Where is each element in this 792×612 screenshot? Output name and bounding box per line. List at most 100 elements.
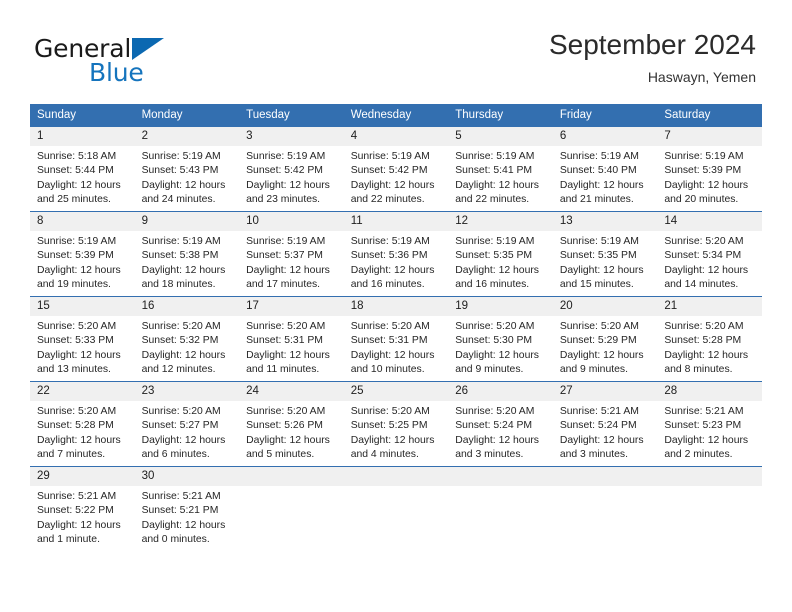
day-sunrise-text: Sunrise: 5:20 AM <box>141 406 221 417</box>
day-sunrise-text: Sunrise: 5:19 AM <box>559 151 639 162</box>
calendar-day-cell[interactable]: 2 Sunrise: 5:19 AM Sunset: 5:43 PM Daylight… <box>134 127 240 212</box>
calendar-day-cell[interactable]: 8 Sunrise: 5:19 AM Sunset: 5:39 PM Daylight… <box>30 211 135 297</box>
day-sunset-text: Sunset: 5:39 PM <box>664 165 742 177</box>
calendar-day-cell[interactable]: 7 Sunrise: 5:19 AM Sunset: 5:39 PM Daylight… <box>657 127 762 212</box>
day-daylight-line-text: Daylight: 12 hours <box>246 349 330 361</box>
day-sunrise-text: Sunrise: 5:21 AM <box>141 491 221 502</box>
day-daylight-line-text: Daylight: 12 hours <box>455 264 539 276</box>
day-number: 4 <box>343 127 449 146</box>
calendar-day-cell[interactable]: 22 Sunrise: 5:20 AM Sunset: 5:28 PM Dayligh… <box>30 381 135 467</box>
calendar-day-cell[interactable]: 14 Sunrise: 5:20 AM Sunset: 5:34 PM Dayligh… <box>657 211 762 297</box>
calendar-day-cell[interactable]: 16 Sunrise: 5:20 AM Sunset: 5:32 PM Dayligh… <box>134 296 240 382</box>
calendar-day-cell[interactable]: 1 Sunrise: 5:18 AM Sunset: 5:44 PM Daylight… <box>30 127 135 212</box>
day-details <box>553 486 658 490</box>
day-sunrise-text: Sunrise: 5:19 AM <box>664 151 744 162</box>
day-daylight-line-text: Daylight: 12 hours <box>559 349 644 361</box>
calendar-day-cell[interactable]: 13 Sunrise: 5:19 AM Sunset: 5:35 PM Dayligh… <box>552 211 658 297</box>
day-daylight-line-text: and 13 minutes. <box>37 364 111 376</box>
calendar-day-cell[interactable]: 20 Sunrise: 5:20 AM Sunset: 5:29 PM Dayligh… <box>552 296 658 382</box>
day-daylight-line-text: and 23 minutes. <box>246 194 321 206</box>
calendar-day-cell[interactable]: 28 Sunrise: 5:21 AM Sunset: 5:23 PM Dayligh… <box>657 381 762 467</box>
calendar-week-row: 29 Sunrise: 5:21 AM Sunset: 5:22 PM Dayligh… <box>30 466 762 551</box>
weekday-header-friday: Friday <box>552 104 658 127</box>
day-daylight-line-text: and 19 minutes. <box>37 279 111 291</box>
day-number: 14 <box>657 212 762 231</box>
calendar-day-cell[interactable]: 23 Sunrise: 5:20 AM Sunset: 5:27 PM Dayligh… <box>134 381 240 467</box>
day-sunset-text: Sunset: 5:30 PM <box>455 335 533 347</box>
calendar-day-cell[interactable]: 24 Sunrise: 5:20 AM Sunset: 5:26 PM Dayligh… <box>239 381 344 467</box>
day-details <box>448 486 553 490</box>
day-daylight-line-text: Daylight: 12 hours <box>37 179 121 191</box>
day-number: 27 <box>552 382 658 401</box>
calendar-day-cell[interactable]: 30 Sunrise: 5:21 AM Sunset: 5:21 PM Dayligh… <box>134 466 240 551</box>
calendar-day-cell[interactable]: 10 Sunrise: 5:19 AM Sunset: 5:37 PM Dayligh… <box>239 211 344 297</box>
calendar-day-cell[interactable]: 11 Sunrise: 5:19 AM Sunset: 5:36 PM Dayligh… <box>343 211 449 297</box>
general-blue-logo: General Blue <box>34 34 224 90</box>
calendar-day-cell-empty <box>239 466 344 551</box>
day-daylight-line-text: Daylight: 12 hours <box>350 179 435 191</box>
day-sunrise-text: Sunrise: 5:20 AM <box>559 321 639 332</box>
calendar-day-cell[interactable]: 9 Sunrise: 5:19 AM Sunset: 5:38 PM Daylight… <box>134 211 240 297</box>
day-sunrise-text: Sunrise: 5:20 AM <box>350 406 430 417</box>
calendar-header-row: Sunday Monday Tuesday Wednesday Thursday… <box>30 104 762 127</box>
day-number <box>239 467 344 486</box>
calendar-day-cell-empty <box>448 466 553 551</box>
day-sunset-text: Sunset: 5:39 PM <box>37 250 114 262</box>
day-number: 9 <box>134 212 240 231</box>
calendar-day-cell[interactable]: 3 Sunrise: 5:19 AM Sunset: 5:42 PM Daylight… <box>239 127 344 212</box>
day-daylight-line-text: and 18 minutes. <box>141 279 216 291</box>
day-sunrise-text: Sunrise: 5:20 AM <box>664 236 744 247</box>
calendar-day-cell[interactable]: 25 Sunrise: 5:20 AM Sunset: 5:25 PM Dayligh… <box>343 381 449 467</box>
calendar-day-cell[interactable]: 12 Sunrise: 5:19 AM Sunset: 5:35 PM Dayligh… <box>448 211 553 297</box>
day-daylight-line-text: and 2 minutes. <box>664 449 733 461</box>
day-sunrise-text: Sunrise: 5:18 AM <box>37 151 117 162</box>
day-details: Sunrise: 5:20 AM Sunset: 5:24 PM Daylight:… <box>448 401 553 463</box>
day-number: 12 <box>448 212 553 231</box>
day-number: 10 <box>239 212 344 231</box>
day-daylight-line-text: Daylight: 12 hours <box>246 179 330 191</box>
day-number: 7 <box>657 127 762 146</box>
calendar-day-cell[interactable]: 15 Sunrise: 5:20 AM Sunset: 5:33 PM Dayligh… <box>30 296 135 382</box>
calendar-day-cell[interactable]: 29 Sunrise: 5:21 AM Sunset: 5:22 PM Dayligh… <box>30 466 135 551</box>
calendar-day-cell[interactable]: 19 Sunrise: 5:20 AM Sunset: 5:30 PM Dayligh… <box>448 296 553 382</box>
day-daylight-line-text: Daylight: 12 hours <box>664 264 749 276</box>
day-sunrise-text: Sunrise: 5:20 AM <box>455 321 535 332</box>
day-sunrise-text: Sunrise: 5:20 AM <box>37 406 117 417</box>
day-details: Sunrise: 5:20 AM Sunset: 5:34 PM Daylight:… <box>657 231 762 293</box>
day-sunrise-text: Sunrise: 5:19 AM <box>350 151 430 162</box>
day-daylight-line-text: Daylight: 12 hours <box>559 264 644 276</box>
calendar-day-cell[interactable]: 18 Sunrise: 5:20 AM Sunset: 5:31 PM Dayligh… <box>343 296 449 382</box>
day-sunrise-text: Sunrise: 5:20 AM <box>664 321 744 332</box>
day-details: Sunrise: 5:19 AM Sunset: 5:38 PM Daylight:… <box>135 231 240 293</box>
calendar-day-cell[interactable]: 21 Sunrise: 5:20 AM Sunset: 5:28 PM Dayligh… <box>657 296 762 382</box>
day-sunset-text: Sunset: 5:22 PM <box>37 505 114 517</box>
calendar-week-row: 22 Sunrise: 5:20 AM Sunset: 5:28 PM Dayligh… <box>30 381 762 467</box>
day-sunset-text: Sunset: 5:43 PM <box>141 165 219 177</box>
day-number: 17 <box>239 297 344 316</box>
calendar-day-cell-empty <box>657 466 762 551</box>
day-sunset-text: Sunset: 5:31 PM <box>350 335 428 347</box>
calendar-body: 1 Sunrise: 5:18 AM Sunset: 5:44 PM Daylight… <box>30 127 762 551</box>
calendar-day-cell-empty <box>552 466 658 551</box>
calendar-day-cell[interactable]: 26 Sunrise: 5:20 AM Sunset: 5:24 PM Dayligh… <box>448 381 553 467</box>
calendar-day-cell[interactable]: 5 Sunrise: 5:19 AM Sunset: 5:41 PM Daylight… <box>448 127 553 212</box>
day-sunset-text: Sunset: 5:24 PM <box>455 420 533 432</box>
day-details: Sunrise: 5:20 AM Sunset: 5:27 PM Daylight:… <box>135 401 240 463</box>
day-number: 25 <box>343 382 449 401</box>
day-sunset-text: Sunset: 5:21 PM <box>141 505 219 517</box>
day-number: 1 <box>30 127 135 146</box>
calendar-day-cell[interactable]: 27 Sunrise: 5:21 AM Sunset: 5:24 PM Dayligh… <box>552 381 658 467</box>
calendar-day-cell[interactable]: 6 Sunrise: 5:19 AM Sunset: 5:40 PM Daylight… <box>552 127 658 212</box>
day-number: 2 <box>134 127 240 146</box>
calendar-day-cell[interactable]: 4 Sunrise: 5:19 AM Sunset: 5:42 PM Daylight… <box>343 127 449 212</box>
calendar-day-cell[interactable]: 17 Sunrise: 5:20 AM Sunset: 5:31 PM Dayligh… <box>239 296 344 382</box>
day-sunrise-text: Sunrise: 5:20 AM <box>37 321 117 332</box>
day-daylight-line-text: and 3 minutes. <box>559 449 628 461</box>
day-daylight-line-text: Daylight: 12 hours <box>350 264 435 276</box>
day-daylight-line-text: and 22 minutes. <box>455 194 530 206</box>
day-number: 22 <box>30 382 135 401</box>
day-sunset-text: Sunset: 5:35 PM <box>455 250 533 262</box>
day-number <box>657 467 762 486</box>
day-daylight-line-text: and 15 minutes. <box>559 279 634 291</box>
day-number <box>552 467 658 486</box>
